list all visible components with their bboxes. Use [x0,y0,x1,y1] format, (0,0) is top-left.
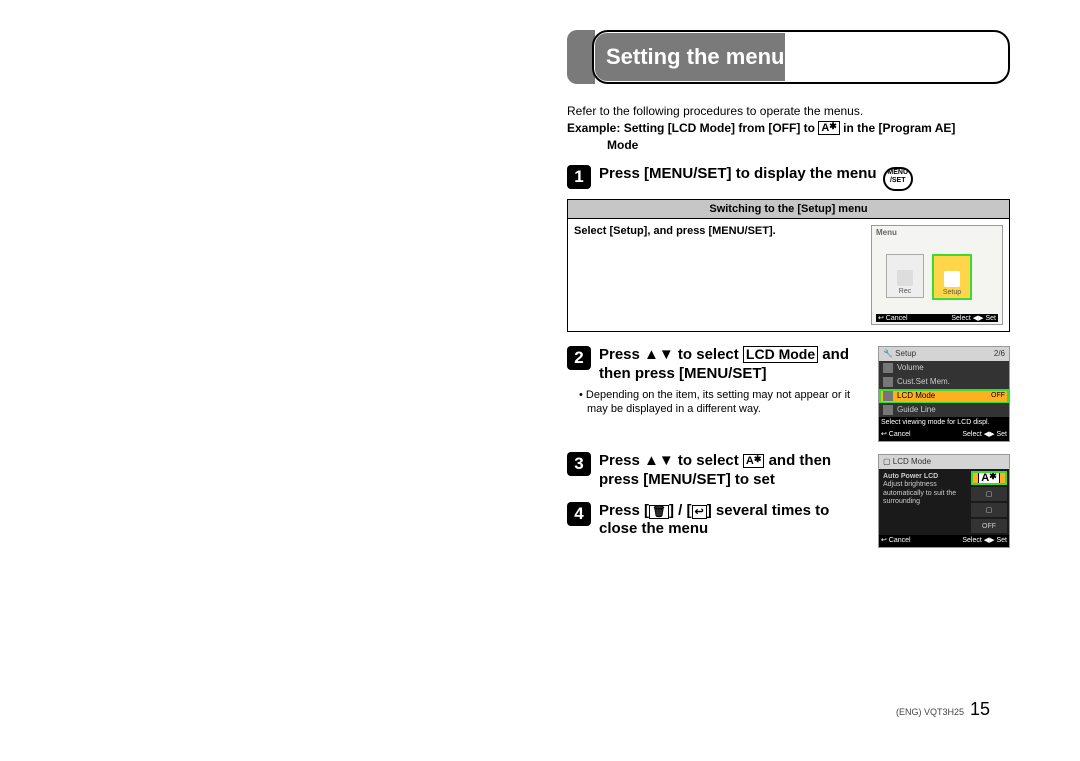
camera-icon [897,270,913,286]
shot3-cancel: ↩ Cancel [881,535,911,547]
example-pre: Example: Setting [LCD Mode] from [OFF] t… [567,121,818,135]
shot3-opt-auto: A [971,471,1007,485]
auto-icon-in-shot: A [978,471,1000,485]
step-4: 4 Press [🗑] / [↩] several times to close… [567,502,870,540]
content-area: Refer to the following procedures to ope… [567,102,1010,720]
return-icon: ↩ [692,505,707,519]
step-3a: Press ▲▼ to select [599,452,743,469]
switching-setup-box: Switching to the [Setup] menu Select [Se… [567,199,1010,332]
shot2-row-lcdmode: LCD Mode OFF [879,389,1009,404]
shot2-row-guideline: Guide Line [879,403,1009,418]
step-number-3: 3 [567,452,591,476]
shot2-footer: ↩ Cancel Select ◀▶ Set [879,429,1009,441]
shot3-desc: Adjust brightness automatically to suit … [883,481,956,505]
shot1-tab-setup-label: Setup [943,289,961,296]
step-number-4: 4 [567,502,591,526]
graybox-head: Switching to the [Setup] menu [568,200,1009,219]
example-line-1: Example: Setting [LCD Mode] from [OFF] t… [567,121,1010,136]
step-3-text: Press ▲▼ to select A and then press [MEN… [599,452,870,490]
menu-set-button-icon: MENU/SET [883,167,913,191]
screenshot-menu-select: Menu Rec Setup ↩ Cancel Select ◀▶ Set [871,225,1003,325]
menu-btn-bot: /SET [885,177,911,185]
shot3-select: Select ◀▶ Set [962,535,1007,547]
example-post: in the [Program AE] [840,121,956,135]
shot1-tabs: Rec Setup [886,254,972,300]
step-3: 3 Press ▲▼ to select A and then press [M… [567,452,870,490]
shot2-r3: LCD Mode [897,391,935,400]
shot1-tab-rec: Rec [886,254,924,298]
shot2-r4: Guide Line [897,405,936,414]
shot2-head-l: 🔧 Setup [883,347,916,361]
shot1-cancel: ↩ Cancel [878,314,908,322]
example-line-2: Mode [567,138,1010,153]
tab-main: Setting the menu [592,30,1010,84]
shot3-opt-2: ▢ [971,487,1007,501]
page-footer: (ENG) VQT3H25 15 [896,699,990,720]
step-3-4-left: 3 Press ▲▼ to select A and then press [M… [567,452,870,539]
shot2-r1: Volume [897,363,924,372]
step-number-2: 2 [567,346,591,370]
shot2-cancel: ↩ Cancel [881,429,911,441]
lcd-icon [883,391,893,401]
shot1-select: Select ◀▶ Set [951,314,996,322]
shot2-head-r: 2/6 [994,347,1005,361]
wrench-icon [944,271,960,287]
shot3-opt-3: ▢ [971,503,1007,517]
step-2-note: • Depending on the item, its setting may… [579,388,870,417]
trash-icon: 🗑 [649,505,669,519]
shot2-header: 🔧 Setup 2/6 [879,347,1009,361]
shot3-opt-off: OFF [971,519,1007,533]
step-2a: Press ▲▼ to select [599,346,743,363]
shot2-row-volume: Volume [879,361,1009,376]
custset-icon [883,377,893,387]
step-4b: ] / [ [669,502,692,519]
step-2-text: Press ▲▼ to select LCD Mode and then pre… [599,346,870,384]
step-2: 2 Press ▲▼ to select LCD Mode and then p… [567,346,870,384]
shot1-tab-setup: Setup [932,254,972,300]
shot3-footer: ↩ Cancel Select ◀▶ Set [879,535,1009,547]
step-3-4-row: 3 Press ▲▼ to select A and then press [M… [567,452,1010,548]
intro-text: Refer to the following procedures to ope… [567,104,1010,119]
graybox-text: Select [Setup], and press [MENU/SET]. [574,225,871,325]
shot2-r2: Cust.Set Mem. [897,377,950,386]
menu-btn-top: MENU [885,169,911,177]
auto-power-lcd-icon-2: A [743,454,765,468]
shot3-title: Auto Power LCD [883,473,938,480]
shot2-r3-val: OFF [991,389,1005,403]
step-1-label: Press [MENU/SET] to display the menu [599,165,881,182]
guideline-icon [883,405,893,415]
step-2-left: 2 Press ▲▼ to select LCD Mode and then p… [567,346,870,416]
shot1-tab-rec-label: Rec [899,288,911,295]
step-1-text: Press [MENU/SET] to display the menu MEN… [599,165,913,191]
lcd-mode-box: LCD Mode [743,346,818,363]
shot3-header: ▢ LCD Mode [879,455,1009,469]
doc-code: (ENG) VQT3H25 [896,707,964,717]
step-2-note-text: Depending on the item, its setting may n… [586,389,850,415]
screenshot-lcd-mode-options: ▢ LCD Mode Auto Power LCD Adjust brightn… [878,454,1010,548]
step-4-text: Press [🗑] / [↩] several times to close t… [599,502,870,540]
shot2-message: Select viewing mode for LCD displ. [879,417,1009,429]
shot3-options: A ▢ ▢ OFF [971,471,1007,535]
shot3-text: Auto Power LCD Adjust brightness automat… [883,473,965,507]
screenshot-setup-list: 🔧 Setup 2/6 Volume Cust.Set Mem. LCD Mode… [878,346,1010,442]
step-1: 1 Press [MENU/SET] to display the menu M… [567,165,1010,191]
shot2-select: Select ◀▶ Set [962,429,1007,441]
step-4a: Press [ [599,502,649,519]
step-2-row: 2 Press ▲▼ to select LCD Mode and then p… [567,346,1010,442]
graybox-body: Select [Setup], and press [MENU/SET]. Me… [568,219,1009,331]
shot1-footer: ↩ Cancel Select ◀▶ Set [876,314,998,322]
shot1-title: Menu [876,228,998,237]
shot2-row-custset: Cust.Set Mem. [879,375,1009,390]
volume-icon [883,363,893,373]
auto-power-lcd-icon: A [818,121,840,135]
page-number: 15 [970,699,990,719]
step-number-1: 1 [567,165,591,189]
section-title: Setting the menu [606,32,784,82]
section-title-tab: Setting the menu [430,30,1030,84]
tab-stub [567,30,595,84]
